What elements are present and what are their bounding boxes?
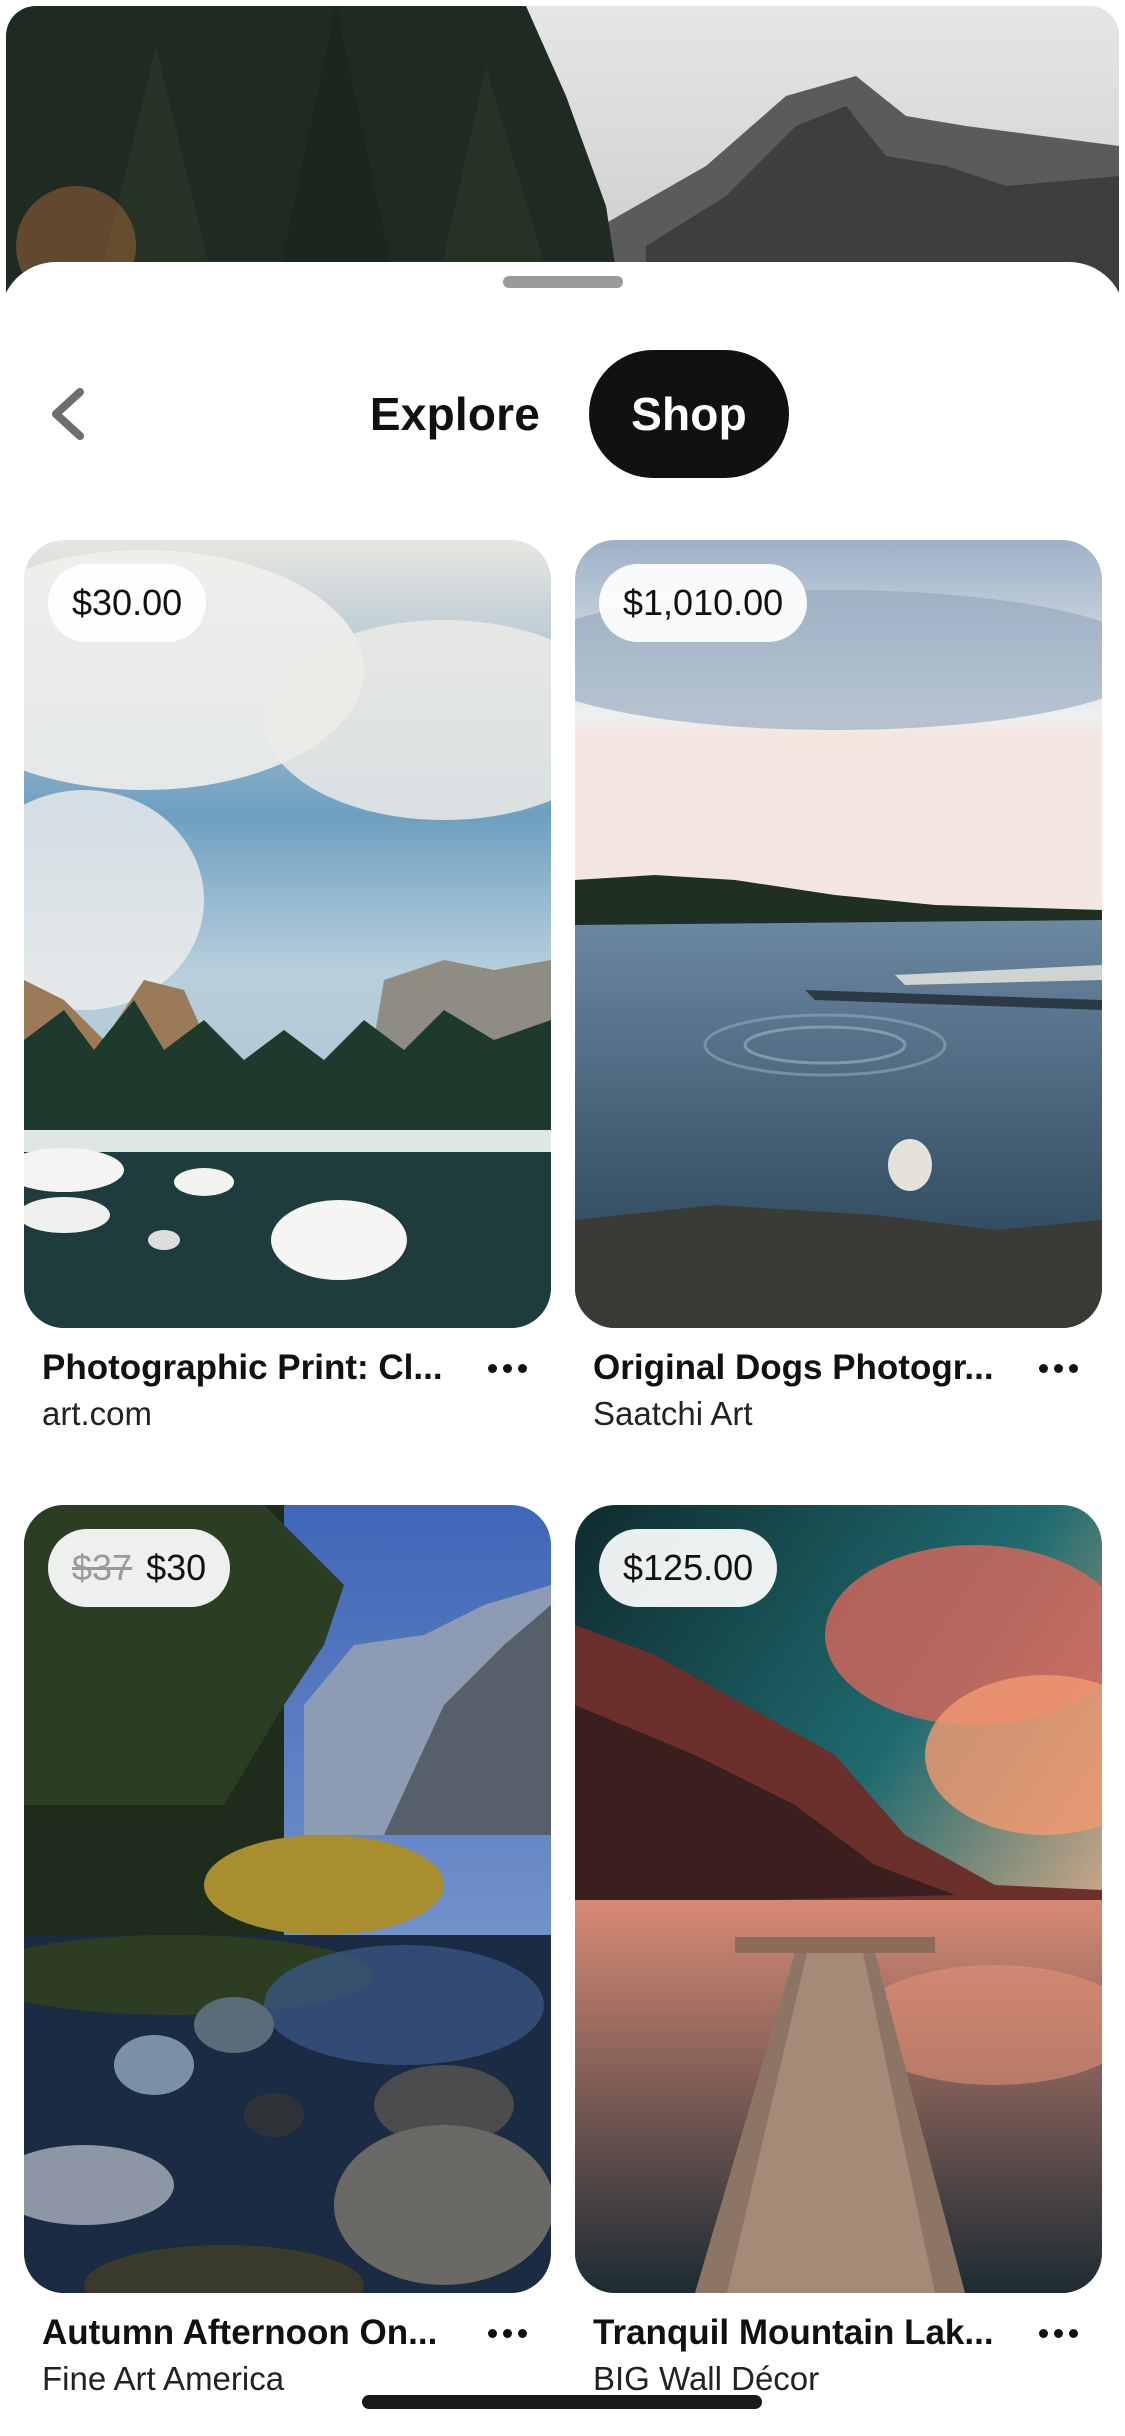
more-options-button[interactable]: [1028, 1346, 1088, 1390]
back-button[interactable]: [40, 382, 96, 446]
product-source: Saatchi Art: [593, 1395, 753, 1432]
product-title[interactable]: Autumn Afternoon On...: [42, 2309, 471, 2357]
product-image[interactable]: $30.00: [24, 540, 551, 1328]
price-badge: $1,010.00: [599, 564, 808, 642]
price-badge: $37 $30: [48, 1529, 231, 1607]
top-bar: Explore Shop: [0, 346, 1125, 480]
sheet-grabber[interactable]: [503, 276, 623, 288]
price: $30: [146, 1547, 207, 1588]
product-title[interactable]: Photographic Print: Cl...: [42, 1344, 471, 1392]
product-title[interactable]: Tranquil Mountain Lak...: [593, 2309, 1022, 2357]
chevron-left-icon: [52, 388, 84, 440]
price: $125.00: [623, 1547, 754, 1588]
tab-explore[interactable]: Explore: [340, 350, 570, 478]
ellipsis-icon: [1038, 2328, 1048, 2338]
product-card[interactable]: $1,010.00 Original Dogs Photogr... Saatc…: [575, 540, 1102, 1436]
product-title[interactable]: Original Dogs Photogr...: [593, 1344, 1022, 1392]
product-card[interactable]: $30.00 Photographic Print: Cl... art.com: [24, 540, 551, 1436]
more-options-button[interactable]: [477, 1346, 537, 1390]
price-badge: $125.00: [599, 1529, 778, 1607]
product-image[interactable]: $37 $30: [24, 1505, 551, 2293]
home-indicator: [362, 2395, 762, 2409]
price-badge: $30.00: [48, 564, 207, 642]
ellipsis-icon: [1038, 1363, 1048, 1373]
price: $1,010.00: [623, 582, 784, 623]
product-card[interactable]: $37 $30 Autumn Afternoon On... Fine Art …: [24, 1505, 551, 2401]
product-image[interactable]: $1,010.00: [575, 540, 1102, 1328]
product-source: art.com: [42, 1395, 153, 1432]
price: $30.00: [72, 582, 183, 623]
more-options-button[interactable]: [477, 2311, 537, 2355]
tab-shop[interactable]: Shop: [589, 350, 789, 478]
product-card[interactable]: $125.00 Tranquil Mountain Lak... BIG Wal…: [575, 1505, 1102, 2401]
ellipsis-icon: [487, 1363, 497, 1373]
original-price: $37: [72, 1547, 133, 1588]
more-options-button[interactable]: [1028, 2311, 1088, 2355]
ellipsis-icon: [487, 2328, 497, 2338]
product-image[interactable]: $125.00: [575, 1505, 1102, 2293]
